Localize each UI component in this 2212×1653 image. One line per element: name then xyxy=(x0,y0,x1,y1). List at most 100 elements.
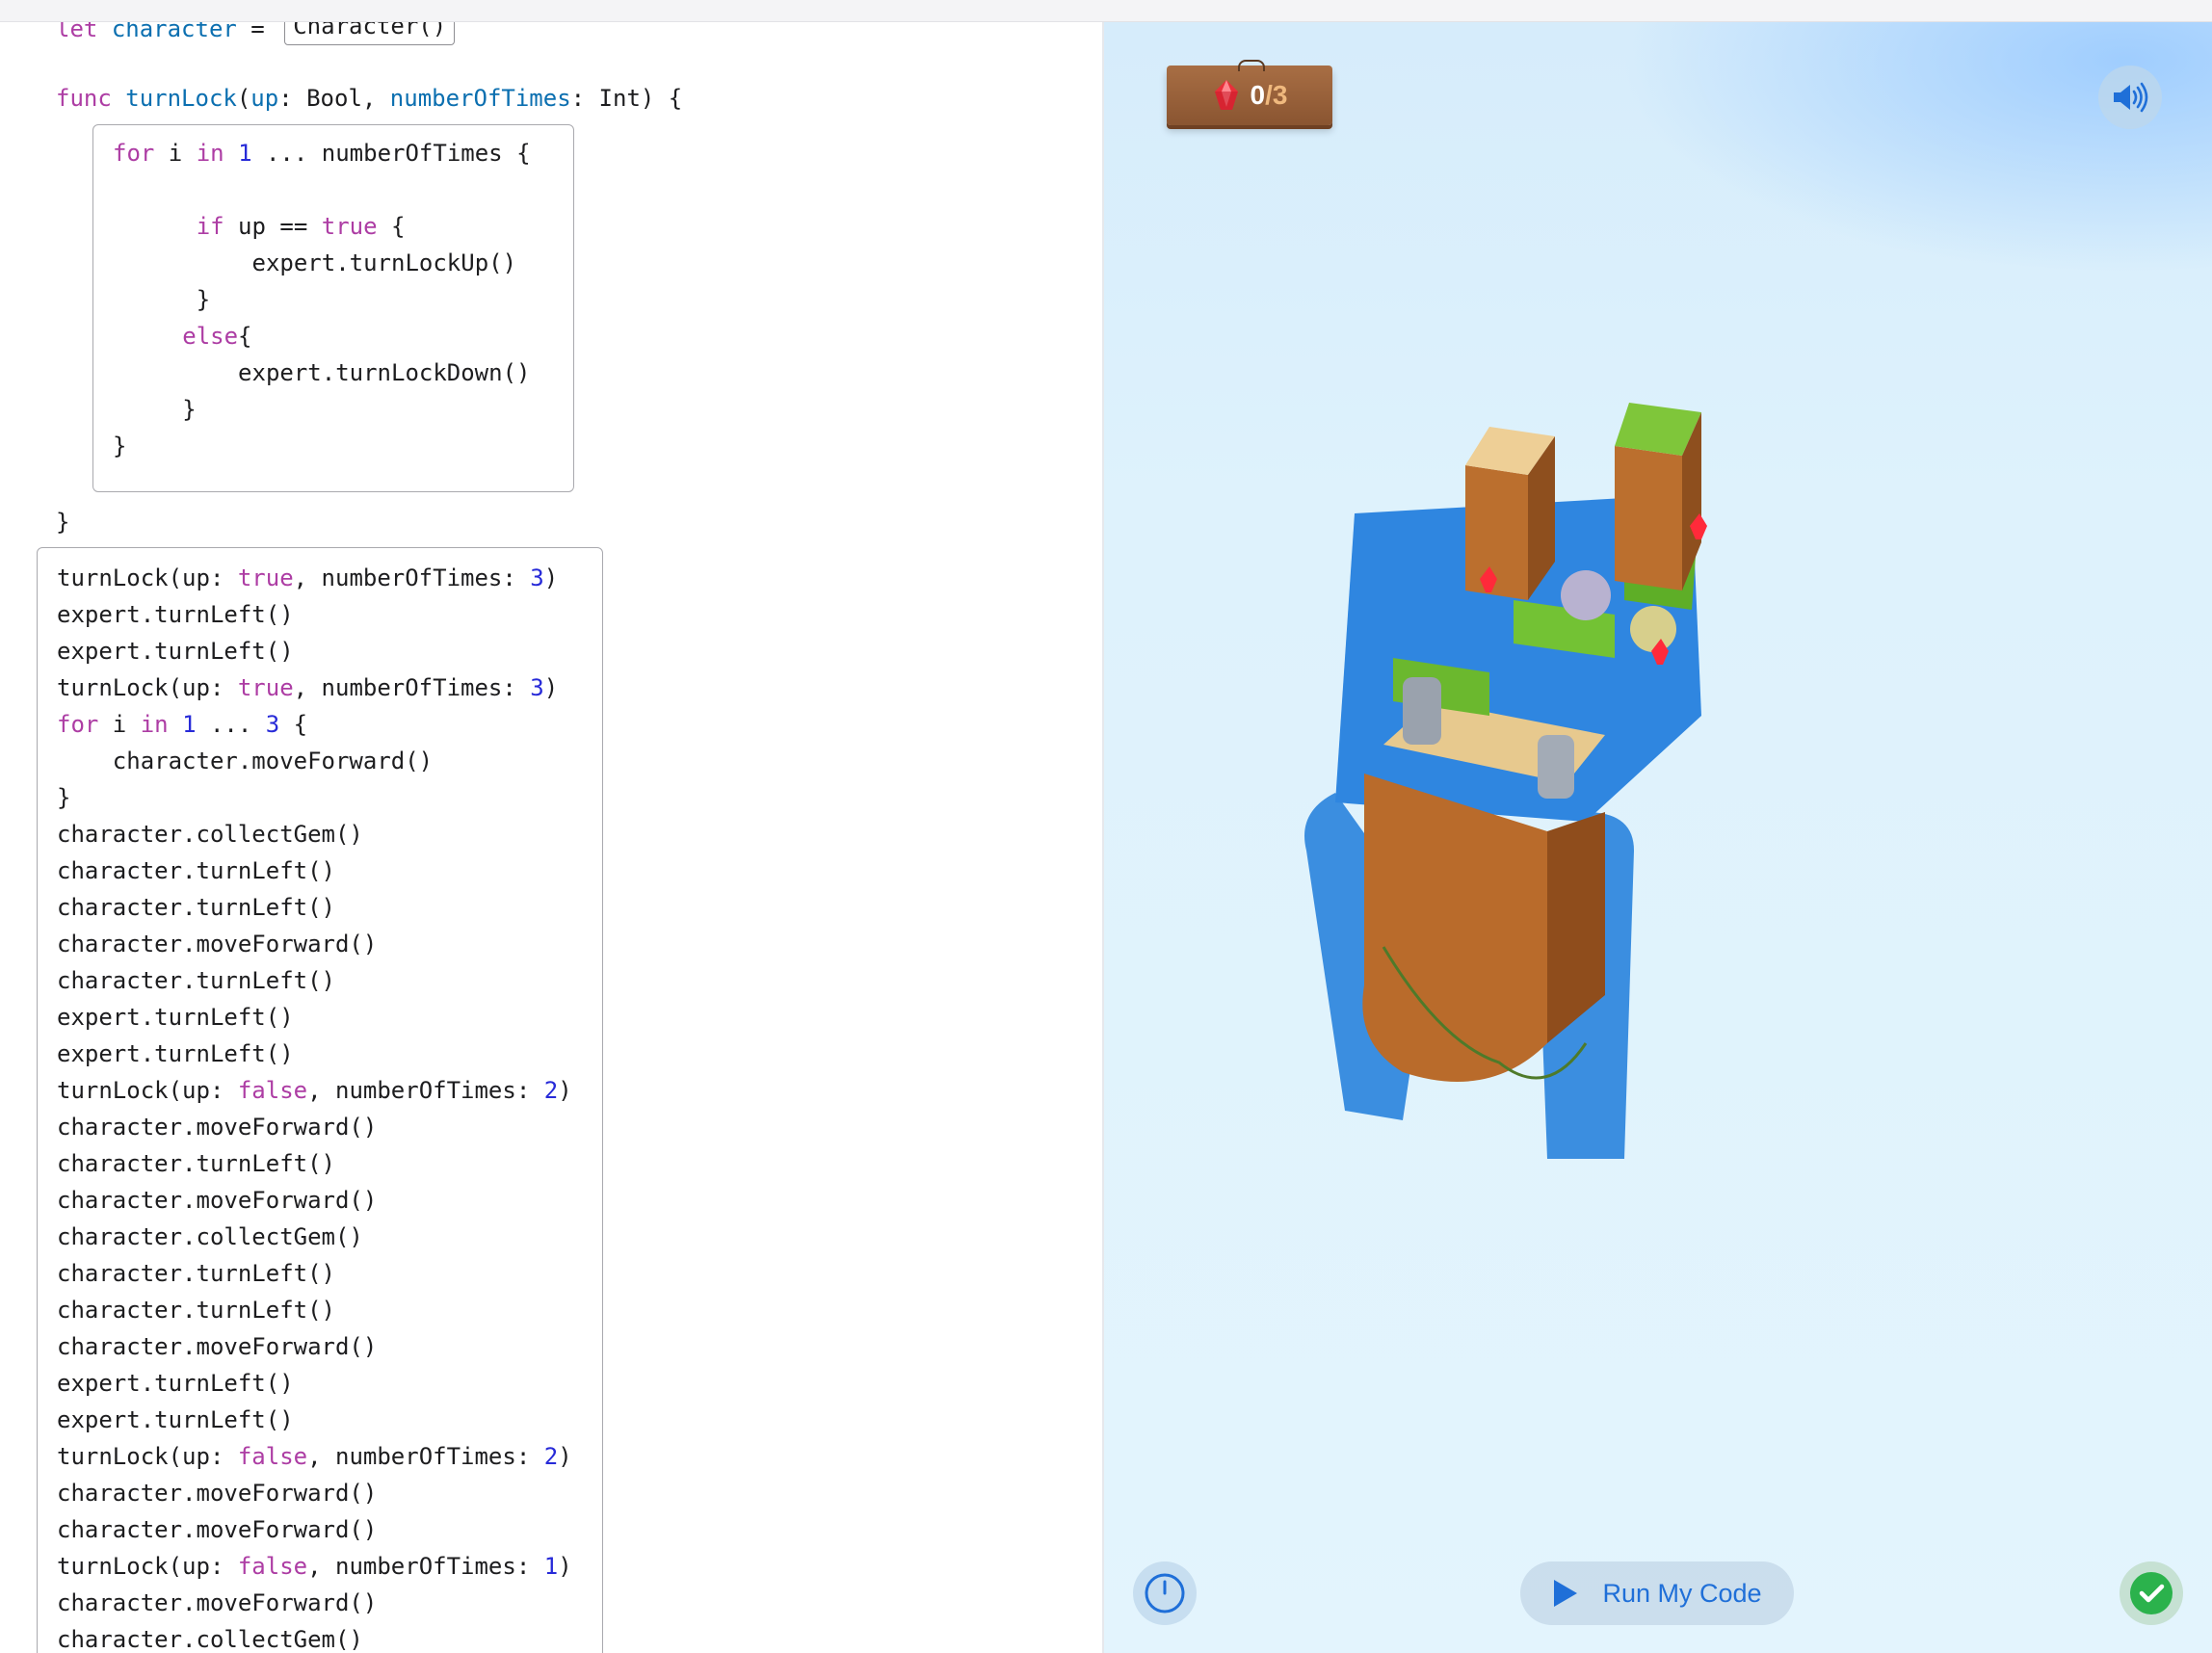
close-brace: } xyxy=(182,396,197,423)
code-line[interactable]: character.moveForward() xyxy=(57,926,572,962)
stone-statue xyxy=(1538,735,1574,799)
code-line[interactable]: turnLock(up: true, numberOfTimes: 3) xyxy=(57,560,572,596)
success-status-button[interactable] xyxy=(2120,1561,2183,1625)
code-line[interactable]: character.moveForward() xyxy=(57,1328,572,1365)
function-close-brace[interactable]: } xyxy=(56,504,69,540)
bool-literal: false xyxy=(237,1443,308,1470)
if-condition: up == xyxy=(224,213,322,240)
code-line[interactable]: } xyxy=(113,281,531,318)
variable-name: character xyxy=(111,22,237,42)
code-line[interactable]: character.turnLeft() xyxy=(57,853,572,889)
range-rest: ... numberOfTimes { xyxy=(251,140,531,167)
gems-collected: 0 xyxy=(1250,80,1266,110)
keyword-for: for xyxy=(57,711,99,738)
code-text: turnLock(up: xyxy=(57,564,238,591)
code-line[interactable]: character.moveForward() xyxy=(57,1475,572,1511)
code-text: character.collectGem() xyxy=(57,821,363,848)
code-line[interactable]: character.turnLeft() xyxy=(57,962,572,999)
code-line[interactable]: expert.turnLockUp() xyxy=(113,245,531,281)
code-line[interactable]: expert.turnLockDown() xyxy=(113,354,531,391)
keyword-func: func xyxy=(56,85,112,112)
code-line[interactable]: turnLock(up: false, numberOfTimes: 1) xyxy=(57,1548,572,1585)
code-line[interactable]: character.moveForward() xyxy=(57,743,572,779)
code-line[interactable]: expert.turnLeft() xyxy=(57,1402,572,1438)
code-text: character.turnLeft() xyxy=(57,1150,335,1177)
else-open-brace: { xyxy=(238,323,252,350)
code-line[interactable]: character.turnLeft() xyxy=(57,1292,572,1328)
code-editor[interactable]: let character = Character() func turnLoc… xyxy=(0,22,1102,1653)
run-my-code-button[interactable]: Run My Code xyxy=(1520,1561,1794,1625)
code-text: turnLock(up: xyxy=(57,1553,238,1580)
bool-literal: true xyxy=(237,564,294,591)
gem-counter: 0/3 xyxy=(1167,60,1332,125)
pillar-right-front xyxy=(1615,446,1682,590)
code-line[interactable]: character.turnLeft() xyxy=(57,889,572,926)
code-text: ) xyxy=(558,1077,572,1104)
keyword-let: let xyxy=(56,22,98,42)
code-line[interactable]: character.moveForward() xyxy=(57,1511,572,1548)
code-line[interactable]: expert.turnLeft() xyxy=(57,1365,572,1402)
code-text: character.moveForward() xyxy=(57,1589,378,1616)
code-text: character.turnLeft() xyxy=(57,967,335,994)
code-line[interactable]: expert.turnLeft() xyxy=(57,596,572,633)
code-text: expert.turnLeft() xyxy=(57,601,294,628)
code-text: character.turnLeft() xyxy=(57,1260,335,1287)
bool-literal: true xyxy=(237,674,294,701)
code-line[interactable]: } xyxy=(113,428,531,464)
code-line[interactable]: character.collectGem() xyxy=(57,816,572,853)
code-line[interactable]: character.moveForward() xyxy=(57,1585,572,1621)
speed-button[interactable] xyxy=(1133,1561,1197,1625)
number-literal: 2 xyxy=(543,1077,559,1104)
code-line[interactable]: expert.turnLeft() xyxy=(57,999,572,1036)
code-line[interactable]: else{ xyxy=(113,318,531,354)
close-brace: } xyxy=(113,433,127,459)
checkmark-icon xyxy=(2130,1572,2172,1614)
code-text: , numberOfTimes: xyxy=(307,1443,544,1470)
code-line[interactable]: } xyxy=(57,779,572,816)
main-code-block[interactable]: turnLock(up: true, numberOfTimes: 3) expe… xyxy=(37,547,603,1653)
code-line[interactable]: character.turnLeft() xyxy=(57,1255,572,1292)
code-line[interactable]: turnLock(up: true, numberOfTimes: 3) xyxy=(57,669,572,706)
keyword-if: if xyxy=(196,213,224,240)
close-brace: } xyxy=(56,509,70,536)
live-view[interactable]: 0/3 Run My Code xyxy=(1104,22,2212,1653)
code-line[interactable]: expert.turnLeft() xyxy=(57,1036,572,1072)
code-text: expert.turnLeft() xyxy=(57,638,294,665)
param-up-type: : Bool, xyxy=(278,85,390,112)
code-line[interactable]: character.collectGem() xyxy=(57,1219,572,1255)
main-code[interactable]: turnLock(up: true, numberOfTimes: 3) expe… xyxy=(57,560,572,1653)
code-text: character.moveForward() xyxy=(57,748,434,774)
function-signature[interactable]: func turnLock(up: Bool, numberOfTimes: I… xyxy=(56,80,682,117)
code-line[interactable]: turnLock(up: false, numberOfTimes: 2) xyxy=(57,1438,572,1475)
function-body-code[interactable]: for i in 1 ... numberOfTimes { if up == … xyxy=(113,135,531,464)
code-line[interactable]: character.moveForward() xyxy=(57,1182,572,1219)
window-top-bar xyxy=(0,0,2212,22)
function-name: turnLock xyxy=(125,85,237,112)
code-line[interactable]: character.moveForward() xyxy=(57,1109,572,1145)
code-text: expert.turnLeft() xyxy=(57,1370,294,1397)
code-line[interactable]: } xyxy=(113,391,531,428)
assign-operator: = xyxy=(236,22,279,42)
keyword-in: in xyxy=(140,711,169,738)
function-body-block[interactable]: for i in 1 ... numberOfTimes { if up == … xyxy=(92,124,574,492)
code-line[interactable]: for i in 1 ... numberOfTimes { xyxy=(113,135,531,171)
puzzle-world xyxy=(1304,403,1707,1159)
code-line[interactable]: if up == true { xyxy=(113,208,531,245)
code-line[interactable]: character.collectGem() xyxy=(57,1621,572,1653)
code-line[interactable]: turnLock(up: false, numberOfTimes: 2) xyxy=(57,1072,572,1109)
if-open-brace: { xyxy=(377,213,406,240)
code-text: character.moveForward() xyxy=(57,1516,378,1543)
code-line[interactable]: character.turnLeft() xyxy=(57,1145,572,1182)
code-line[interactable]: for i in 1 ... 3 { xyxy=(57,706,572,743)
header-code-line[interactable]: let character = Character() xyxy=(56,22,456,47)
number-literal: 1 xyxy=(543,1553,559,1580)
keyword-in: in xyxy=(196,140,224,167)
initializer-token[interactable]: Character() xyxy=(284,22,456,45)
code-text: character.collectGem() xyxy=(57,1626,363,1653)
code-text: , numberOfTimes: xyxy=(307,1553,544,1580)
loop-variable: i xyxy=(154,140,197,167)
sound-toggle-button[interactable] xyxy=(2098,66,2162,129)
code-text: character.moveForward() xyxy=(57,1480,378,1507)
code-line[interactable]: expert.turnLeft() xyxy=(57,633,572,669)
